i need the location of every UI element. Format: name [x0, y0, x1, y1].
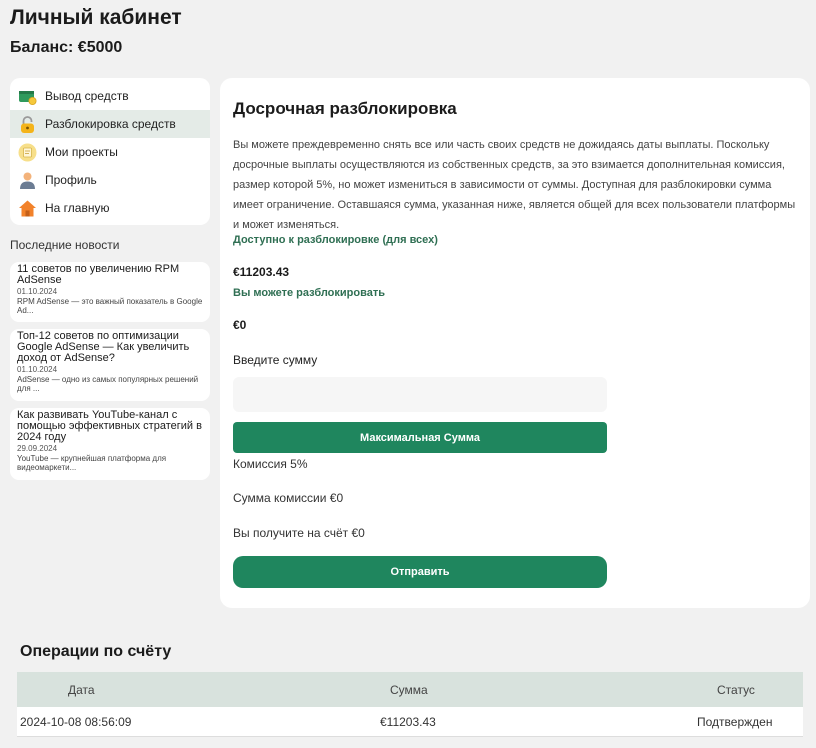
user-icon	[18, 171, 37, 190]
available-label: Доступно к разблокировке (для всех)	[233, 234, 438, 246]
amount-input[interactable]	[233, 377, 607, 412]
column-amount: Сумма	[390, 682, 428, 697]
can-unlock-amount: €0	[233, 318, 247, 332]
news-title: Топ-12 советов по оптимизации Google AdS…	[17, 330, 190, 364]
padlock-icon	[18, 115, 37, 134]
early-unlock-panel: Досрочная разблокировка Вы можете прежде…	[220, 78, 810, 608]
row-amount: €11203.43	[380, 714, 436, 729]
submit-button[interactable]: Отправить	[233, 556, 607, 588]
sidebar-item-home[interactable]: На главную	[10, 194, 210, 222]
sidebar-item-unlock[interactable]: Разблокировка средств	[10, 110, 210, 138]
home-icon	[18, 199, 37, 218]
sidebar-item-label: Профиль	[45, 173, 97, 187]
table-header: Дата Сумма Статус	[17, 672, 803, 707]
commission-rate: Комиссия 5%	[233, 457, 308, 471]
balance: Баланс: €5000	[10, 39, 123, 56]
page-title: Личный кабинет	[10, 6, 182, 29]
news-heading: Последние новости	[10, 238, 120, 252]
table-row: 2024-10-08 08:56:09 €11203.43 Подтвержде…	[17, 707, 803, 737]
row-status: Подтвержден	[697, 714, 773, 729]
news-excerpt: RPM AdSense — это важный показатель в Go…	[17, 297, 203, 315]
news-item[interactable]: Как развивать YouTube-канал с помощью эф…	[10, 408, 210, 480]
news-excerpt: YouTube — крупнейшая платформа для видео…	[17, 454, 167, 472]
max-amount-button[interactable]: Максимальная Сумма	[233, 422, 607, 453]
news-date: 01.10.2024	[17, 365, 58, 374]
sidebar-item-label: Разблокировка средств	[45, 117, 176, 131]
wallet-icon	[18, 87, 37, 106]
sidebar-item-withdraw[interactable]: Вывод средств	[10, 82, 210, 110]
sidebar-item-label: На главную	[45, 201, 110, 215]
available-amount: €11203.43	[233, 265, 290, 279]
panel-title: Досрочная разблокировка	[233, 99, 457, 118]
news-excerpt: AdSense — одно из самых популярных решен…	[17, 375, 199, 393]
operations-table: Дата Сумма Статус 2024-10-08 08:56:09 €1…	[17, 672, 803, 737]
news-date: 29.09.2024	[17, 444, 58, 453]
news-title: Как развивать YouTube-канал с помощью эф…	[17, 409, 202, 443]
panel-description: Вы можете преждевременно снять все или ч…	[233, 139, 796, 231]
commission-sum: Сумма комиссии €0	[233, 491, 344, 505]
you-receive: Вы получите на счёт €0	[233, 526, 365, 540]
projects-icon	[18, 143, 37, 162]
amount-label: Введите сумму	[233, 353, 318, 367]
sidebar-item-label: Вывод средств	[45, 89, 129, 103]
sidebar-item-projects[interactable]: Мои проекты	[10, 138, 210, 166]
news-item[interactable]: 11 советов по увеличению RPM AdSense 01.…	[10, 262, 210, 322]
can-unlock-label: Вы можете разблокировать	[233, 287, 385, 299]
column-date: Дата	[68, 682, 95, 697]
column-status: Статус	[717, 682, 755, 697]
sidebar-item-profile[interactable]: Профиль	[10, 166, 210, 194]
news-date: 01.10.2024	[17, 287, 58, 296]
operations-title: Операции по счёту	[20, 643, 172, 660]
row-date: 2024-10-08 08:56:09	[20, 714, 132, 729]
sidebar-item-label: Мои проекты	[45, 145, 118, 159]
sidebar-menu: Вывод средств Разблокировка средств Мои …	[10, 78, 210, 225]
news-title: 11 советов по увеличению RPM AdSense	[17, 263, 180, 286]
news-item[interactable]: Топ-12 советов по оптимизации Google AdS…	[10, 329, 210, 401]
